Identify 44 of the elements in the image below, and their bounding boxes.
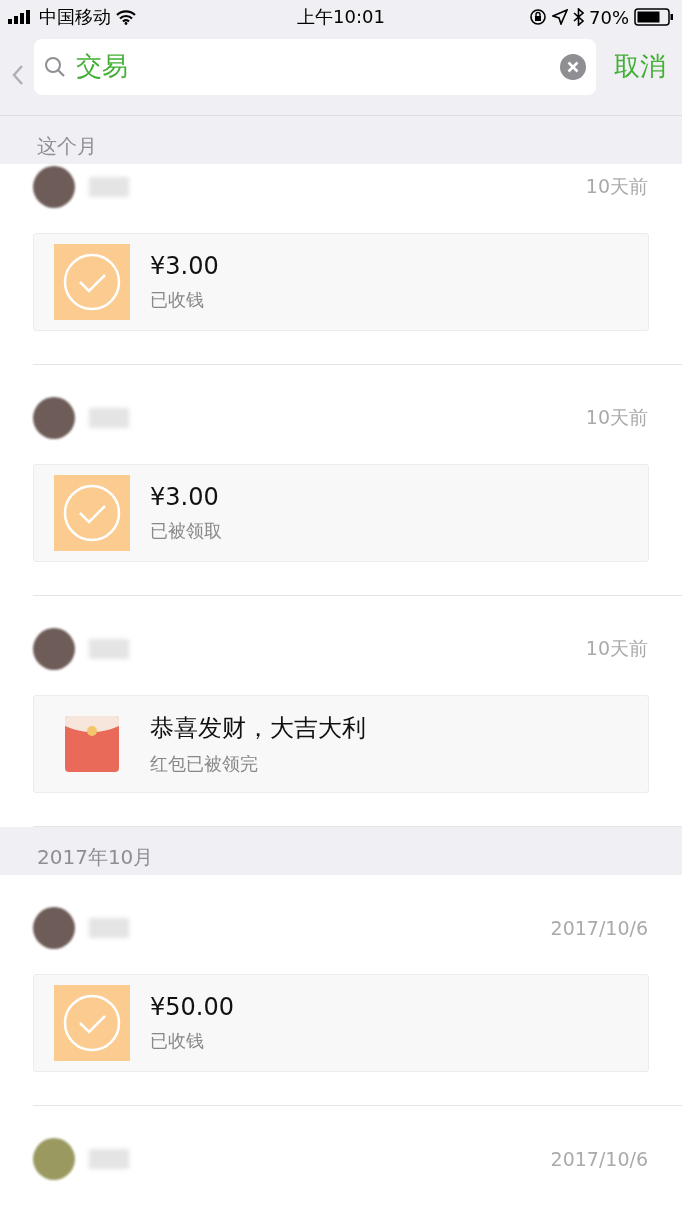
clock-time: 上午10:01 [297,5,385,29]
timestamp: 10天前 [585,405,648,430]
card-title: ¥50.00 [150,993,234,1021]
card-status: 已收钱 [150,288,205,312]
card-status: 已收钱 [150,1029,205,1053]
avatar-placeholder [33,397,75,439]
section-title: 这个月 [37,133,97,160]
transfer-check-icon [54,244,130,320]
card-status: 已被领取 [150,519,222,543]
timestamp: 2017/10/6 [550,917,648,939]
avatar-placeholder [33,907,75,949]
card-title: ¥3.00 [150,252,219,280]
card-status: 红包已被领完 [150,752,259,776]
timestamp: 10天前 [585,636,648,661]
transaction-card[interactable]: ¥50.00 已收钱 [33,974,649,1072]
timestamp: 2017/10/6 [550,1148,648,1170]
battery-percentage: 70% [589,6,629,28]
blurred-name-placeholder [89,1149,129,1169]
avatar-placeholder [33,166,75,208]
battery-icon [634,8,674,26]
card-title: ¥3.00 [150,483,220,511]
back-icon[interactable] [12,63,24,86]
blurred-name-placeholder [89,918,129,938]
blurred-name-placeholder [89,639,129,659]
avatar-placeholder [33,1138,75,1180]
timestamp: 10天前 [585,174,648,199]
wifi-icon [116,9,136,25]
transfer-check-icon [54,985,130,1061]
card-title: 恭喜发财，大吉大利 [150,713,366,744]
transaction-card[interactable]: ¥3.00 已收钱 [33,233,649,331]
transaction-card[interactable]: ¥3.00 已被领取 [33,464,649,562]
envelope-icon [65,716,119,772]
clear-icon[interactable] [560,53,586,80]
transfer-check-icon [54,475,130,551]
transaction-card[interactable]: 恭喜发财，大吉大利 红包已被领完 [33,695,649,793]
rotation-lock-icon [529,8,547,26]
location-arrow-icon [552,9,568,25]
search-icon [44,55,66,78]
blurred-name-placeholder [89,408,129,428]
blurred-name-placeholder [89,177,129,197]
avatar-placeholder [33,628,75,670]
bluetooth-icon [573,8,584,26]
carrier-name: 中国移动 [39,5,111,29]
section-title: 2017年10月 [37,844,154,871]
